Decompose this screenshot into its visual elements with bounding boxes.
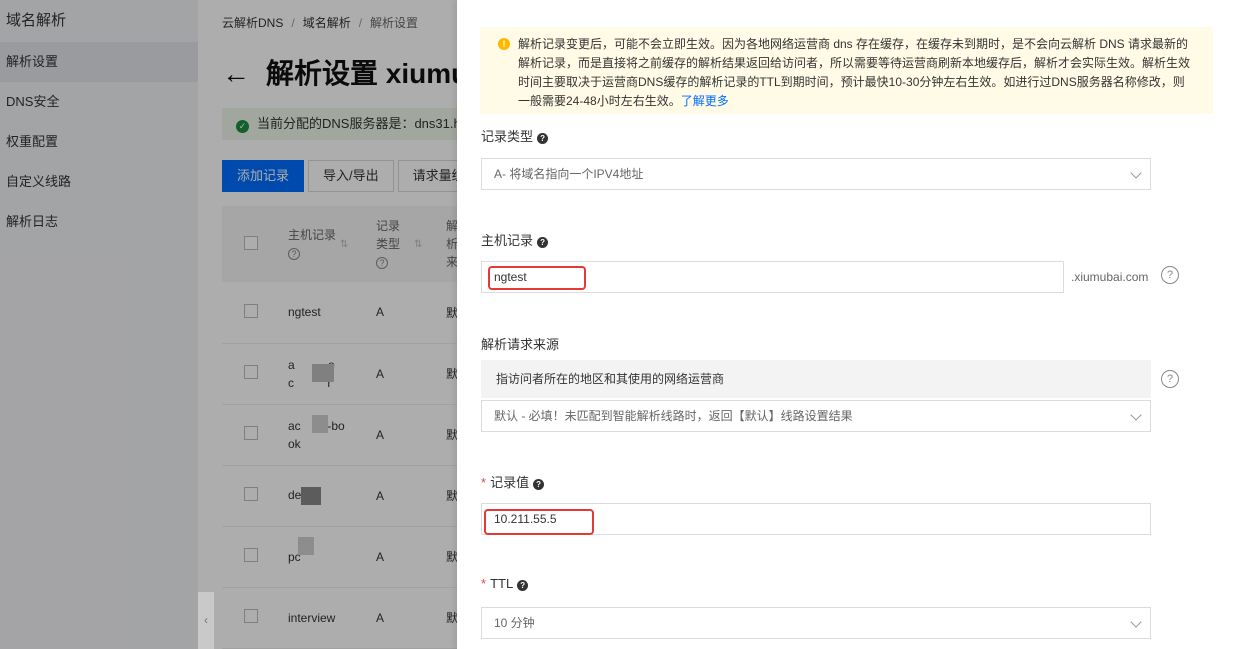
- host-label: 主机记录?: [481, 230, 549, 249]
- record-type-label: 记录类型?: [481, 126, 549, 145]
- help-icon[interactable]: ?: [537, 237, 549, 248]
- collapse-sidebar-handle[interactable]: ‹: [198, 592, 214, 649]
- source-label: 解析请求来源: [481, 337, 560, 352]
- modal-overlay[interactable]: [0, 0, 457, 649]
- source-value: 默认 - 必填！未匹配到智能解析线路时，返回【默认】线路设置结果: [494, 409, 853, 423]
- add-record-drawer: ! 解析记录变更后，可能不会立即生效。因为各地网络运营商 dns 存在缓存，在缓…: [457, 0, 1233, 649]
- chevron-down-icon: [1130, 167, 1142, 179]
- chevron-down-icon: [1130, 409, 1142, 421]
- source-select[interactable]: 默认 - 必填！未匹配到智能解析线路时，返回【默认】线路设置结果: [481, 400, 1151, 432]
- record-value-label: * 记录值?: [481, 472, 545, 491]
- record-type-value: A- 将域名指向一个IPV4地址: [494, 167, 644, 181]
- source-hint: 指访问者所在的地区和其使用的网络运营商: [481, 360, 1151, 398]
- chevron-left-icon: ‹: [204, 613, 208, 627]
- ttl-label: * TTL?: [481, 576, 529, 591]
- help-icon[interactable]: ?: [1161, 370, 1179, 388]
- warning-icon: !: [498, 38, 510, 50]
- domain-suffix: .xiumubai.com: [1071, 270, 1149, 284]
- ttl-select[interactable]: 10 分钟: [481, 607, 1151, 639]
- help-icon[interactable]: ?: [537, 133, 549, 144]
- highlight-annotation: [484, 509, 594, 535]
- highlight-annotation: [488, 266, 586, 290]
- record-type-select[interactable]: A- 将域名指向一个IPV4地址: [481, 158, 1151, 190]
- learn-more-link[interactable]: 了解更多: [681, 94, 729, 108]
- ttl-value: 10 分钟: [494, 616, 535, 630]
- help-icon[interactable]: ?: [533, 479, 545, 490]
- help-icon[interactable]: ?: [517, 580, 529, 591]
- help-icon[interactable]: ?: [1161, 266, 1179, 284]
- propagation-notice: ! 解析记录变更后，可能不会立即生效。因为各地网络运营商 dns 存在缓存，在缓…: [480, 27, 1213, 114]
- chevron-down-icon: [1130, 616, 1142, 628]
- notice-text: 解析记录变更后，可能不会立即生效。因为各地网络运营商 dns 存在缓存，在缓存未…: [518, 37, 1191, 108]
